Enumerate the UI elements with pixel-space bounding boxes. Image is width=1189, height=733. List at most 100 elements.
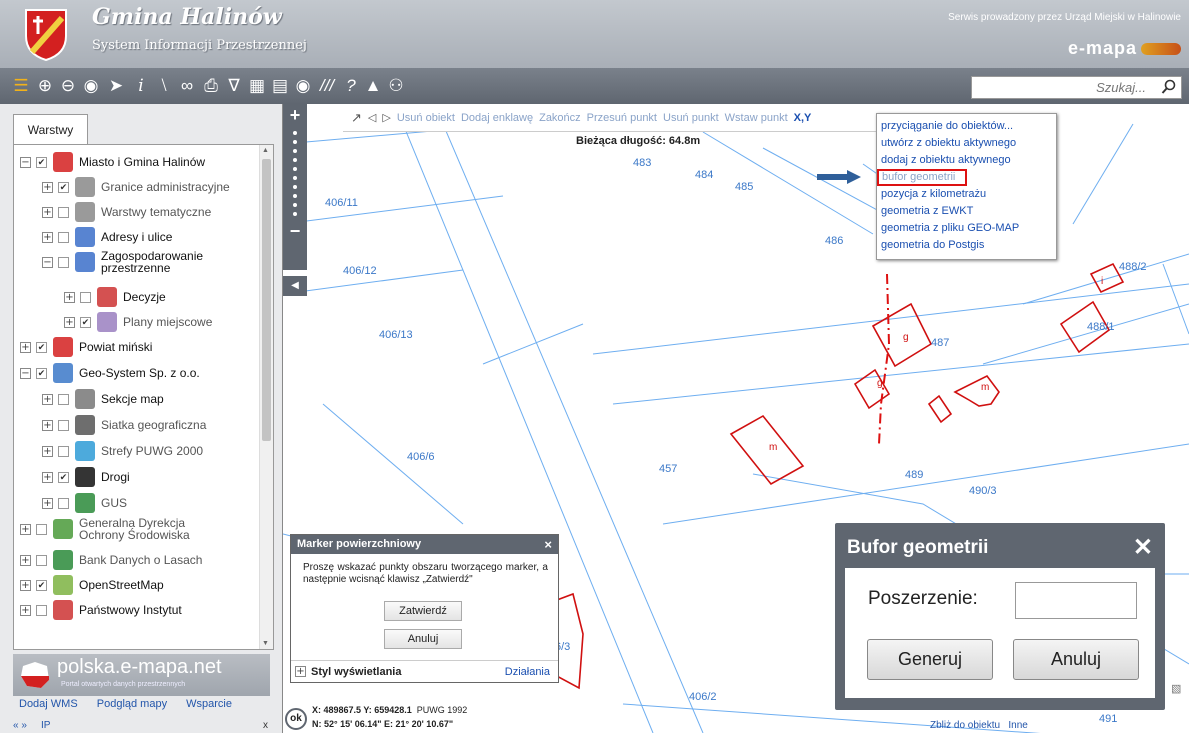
menu-add-from-active[interactable]: dodaj z obiektu aktywnego xyxy=(881,152,1056,169)
layer-checkbox[interactable] xyxy=(58,256,69,268)
expand-icon[interactable]: + xyxy=(42,445,53,457)
layer-row[interactable]: − Zagospodarowanie przestrzenne xyxy=(42,250,251,274)
layer-checkbox[interactable]: ✔ xyxy=(36,367,47,379)
layer-checkbox[interactable]: ✔ xyxy=(58,471,69,483)
layer-checkbox[interactable] xyxy=(58,419,69,431)
layer-scrollbar[interactable]: ▲ ▼ xyxy=(259,145,273,649)
layer-checkbox[interactable] xyxy=(58,393,69,405)
parcels-icon[interactable]: ▲ xyxy=(362,75,384,97)
expand-icon[interactable]: + xyxy=(20,341,31,353)
polska-emapa-banner[interactable]: polska.e-mapa.net Portal otwartych danyc… xyxy=(13,654,270,696)
search-icon[interactable] xyxy=(1161,79,1177,95)
menu-create-from-active[interactable]: utwórz z obiektu aktywnego xyxy=(881,135,1056,152)
expand-icon[interactable]: + xyxy=(42,181,53,193)
zoom-minus-button[interactable]: − xyxy=(283,222,307,240)
add-enclave-button[interactable]: Dodaj enklawę xyxy=(461,112,533,124)
tab-layers[interactable]: Warstwy xyxy=(13,114,88,145)
expand-icon[interactable]: + xyxy=(20,604,31,616)
layer-row[interactable]: + ✔ Drogi xyxy=(42,465,130,489)
cancel-button[interactable]: Anuluj xyxy=(384,629,462,649)
buffer-width-input[interactable] xyxy=(1015,582,1137,619)
expand-icon[interactable]: + xyxy=(42,206,53,218)
layer-row[interactable]: + GUS xyxy=(42,491,127,515)
marker-dialog-header[interactable]: Marker powierzchniowy × xyxy=(291,535,558,554)
move-point-button[interactable]: Przesuń punkt xyxy=(587,112,657,124)
expand-icon[interactable]: + xyxy=(295,666,306,677)
layer-checkbox[interactable] xyxy=(58,206,69,218)
layer-checkbox[interactable] xyxy=(58,497,69,509)
zoom-to-object-link[interactable]: Zbliż do obiektu xyxy=(930,720,1000,731)
expand-icon[interactable]: + xyxy=(20,554,31,566)
scroll-up-icon[interactable]: ▲ xyxy=(262,147,269,154)
expand-icon[interactable]: + xyxy=(64,316,75,328)
layer-checkbox[interactable]: ✔ xyxy=(36,156,47,168)
collapse-panel-button[interactable]: ◀ xyxy=(283,276,307,296)
delete-point-button[interactable]: Usuń punkt xyxy=(663,112,719,124)
scroll-down-icon[interactable]: ▼ xyxy=(262,640,269,647)
xy-button[interactable]: X,Y xyxy=(794,112,812,124)
layer-checkbox[interactable] xyxy=(36,523,47,535)
layer-checkbox[interactable]: ✔ xyxy=(58,181,69,193)
delete-object-button[interactable]: Usuń obiekt xyxy=(397,112,455,124)
drawing-icon[interactable]: ∇ xyxy=(223,75,245,97)
close-icon[interactable]: x xyxy=(263,720,268,731)
layer-checkbox[interactable] xyxy=(36,604,47,616)
support-link[interactable]: Wsparcie xyxy=(186,698,232,710)
users-icon[interactable]: ⚇ xyxy=(385,75,407,97)
layer-row[interactable]: − ✔ Geo-System Sp. z o.o. xyxy=(20,361,200,385)
search-box[interactable] xyxy=(971,76,1182,99)
layer-row[interactable]: + ✔ Granice administracyjne xyxy=(42,175,230,199)
add-wms-link[interactable]: Dodaj WMS xyxy=(19,698,78,710)
info-icon[interactable]: i xyxy=(130,75,152,97)
expand-icon[interactable]: + xyxy=(42,231,53,243)
generate-button[interactable]: Generuj xyxy=(867,639,993,680)
insert-point-button[interactable]: Wstaw punkt xyxy=(725,112,788,124)
layer-row[interactable]: + Warstwy tematyczne xyxy=(42,200,211,224)
zoom-extent-icon[interactable]: ◉ xyxy=(80,75,102,97)
layer-checkbox[interactable] xyxy=(58,445,69,457)
layer-checkbox[interactable] xyxy=(58,231,69,243)
menu-geometry-buffer[interactable]: bufor geometrii xyxy=(877,169,967,186)
expand-icon[interactable]: + xyxy=(64,291,75,303)
zoom-in-icon[interactable]: ⊕ xyxy=(34,75,56,97)
next-icon[interactable]: ▷ xyxy=(382,111,390,124)
comment-icon[interactable]: ◉ xyxy=(292,75,314,97)
zoom-out-icon[interactable]: ⊖ xyxy=(57,75,79,97)
confirm-button[interactable]: Zatwierdź xyxy=(384,601,462,621)
collapse-icon[interactable]: − xyxy=(42,256,53,268)
layer-row[interactable]: + Strefy PUWG 2000 xyxy=(42,439,203,463)
link-icon[interactable]: ∞ xyxy=(176,75,198,97)
pointer-icon[interactable]: ↗ xyxy=(351,110,362,126)
layer-checkbox[interactable]: ✔ xyxy=(36,579,47,591)
table-icon[interactable]: ▦ xyxy=(246,75,268,97)
search-input[interactable] xyxy=(972,77,1152,98)
expand-icon[interactable]: + xyxy=(20,579,31,591)
close-icon[interactable]: × xyxy=(544,535,552,554)
layer-row[interactable]: + Adresy i ulice xyxy=(42,225,172,249)
layer-checkbox[interactable] xyxy=(80,291,91,303)
layer-row[interactable]: + Siatka geograficzna xyxy=(42,413,206,437)
actions-link[interactable]: Działania xyxy=(505,666,550,678)
layer-row[interactable]: + ✔ OpenStreetMap xyxy=(20,573,164,597)
nav-arrows[interactable]: « » xyxy=(13,720,27,731)
display-style-label[interactable]: Styl wyświetlania xyxy=(311,666,401,678)
ok-button[interactable]: ok xyxy=(285,708,307,730)
print-icon[interactable]: ⎙ xyxy=(200,75,222,97)
window-icon[interactable]: ▤ xyxy=(269,75,291,97)
expand-icon[interactable]: + xyxy=(42,497,53,509)
expand-icon[interactable]: + xyxy=(42,471,53,483)
expand-icon[interactable]: + xyxy=(42,393,53,405)
menu-snapping[interactable]: przyciąganie do obiektów... xyxy=(881,118,1056,135)
hatch-icon[interactable]: /// xyxy=(316,75,338,97)
collapse-icon[interactable]: − xyxy=(20,156,31,168)
layer-row[interactable]: + Sekcje map xyxy=(42,387,164,411)
layer-row[interactable]: + ✔ Plany miejscowe xyxy=(64,310,212,334)
layer-row[interactable]: + Bank Danych o Lasach xyxy=(20,548,202,572)
expand-icon[interactable]: + xyxy=(20,523,31,535)
layer-checkbox[interactable]: ✔ xyxy=(36,341,47,353)
layer-row[interactable]: + ✔ Powiat miński xyxy=(20,335,152,359)
scroll-thumb[interactable] xyxy=(262,159,271,441)
layer-row[interactable]: + Państwowy Instytut xyxy=(20,598,182,622)
finish-button[interactable]: Zakończ xyxy=(539,112,581,124)
collapse-icon[interactable]: − xyxy=(20,367,31,379)
